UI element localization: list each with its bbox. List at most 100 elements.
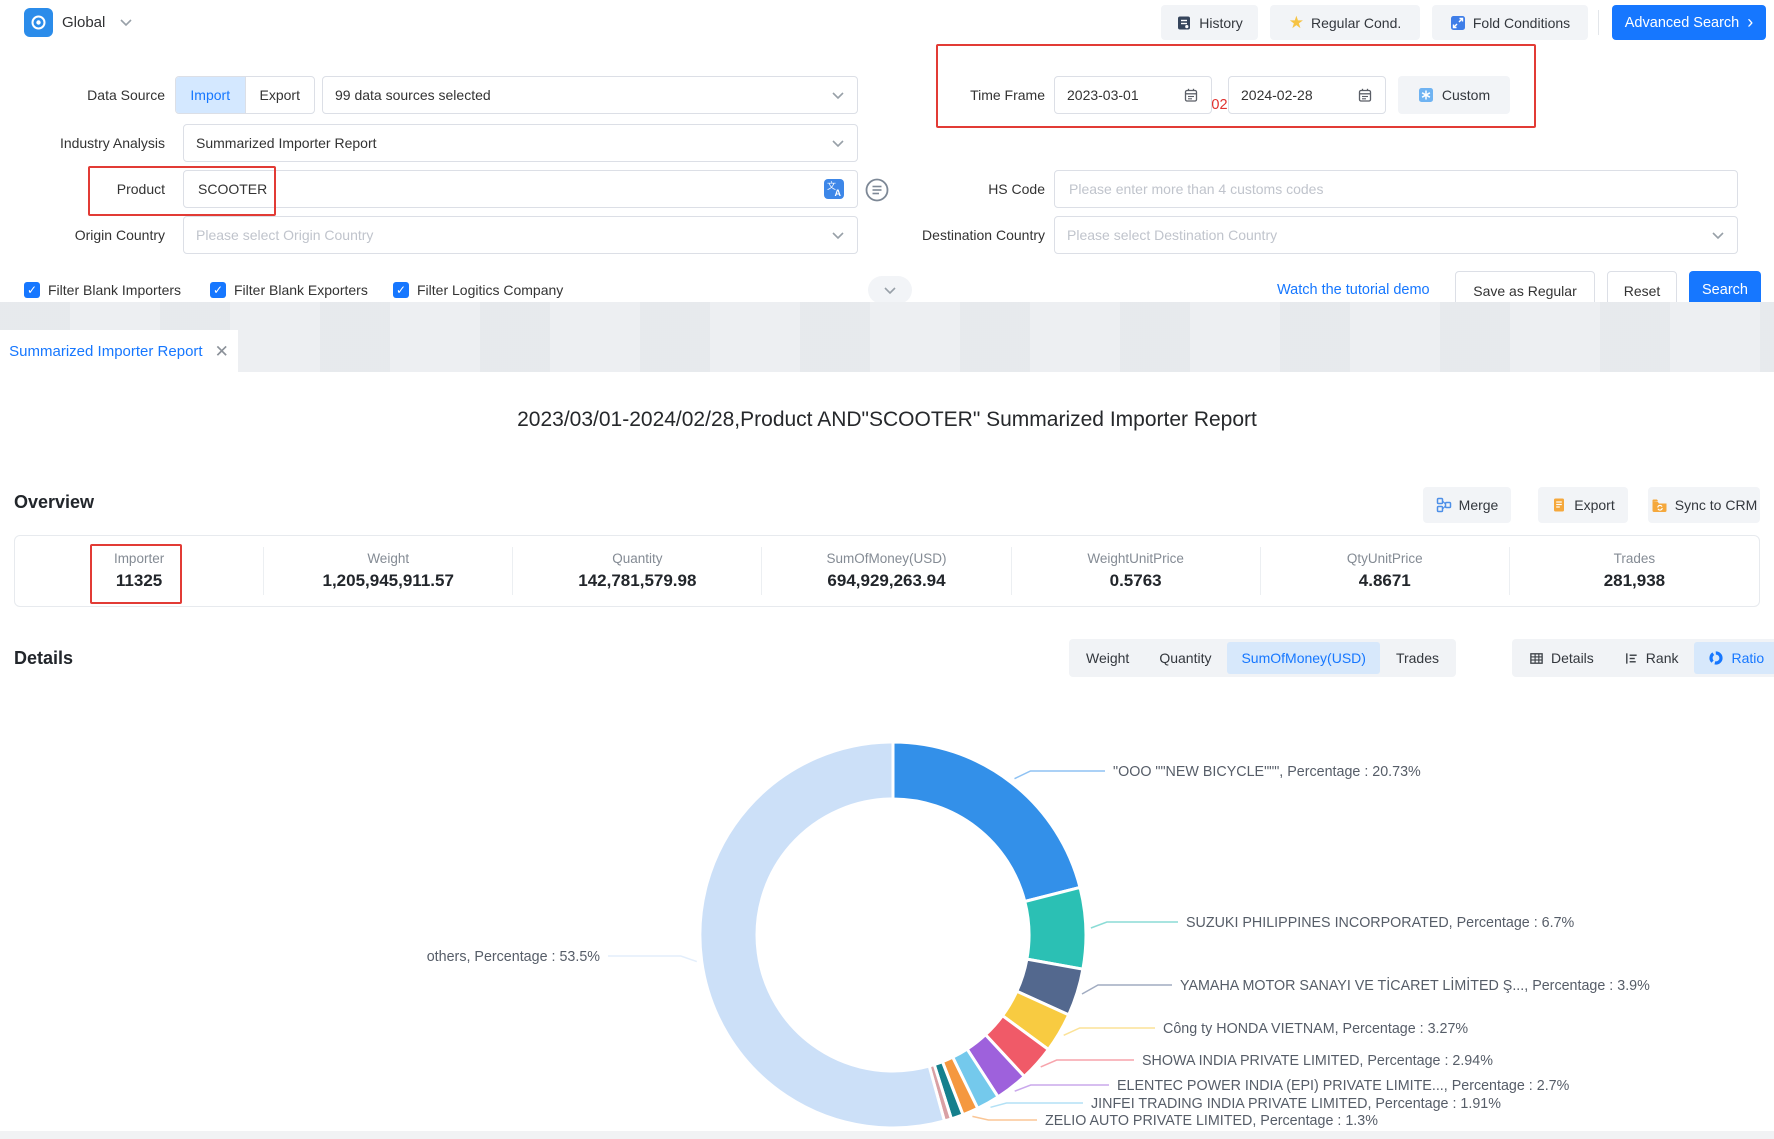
filter-label: Filter Blank Importers [48, 282, 181, 298]
chevron-right-icon: › [1747, 13, 1753, 31]
origin-country-placeholder: Please select Origin Country [196, 227, 831, 243]
donut-label: YAMAHA MOTOR SANAYI VE TİCARET LİMİTED Ş… [1180, 976, 1650, 994]
filter-label: Filter Logitics Company [417, 282, 563, 298]
industry-analysis-value: Summarized Importer Report [196, 135, 831, 151]
stat-trades: Trades 281,938 [1510, 547, 1759, 595]
stat-label: Weight [264, 551, 512, 566]
merge-button[interactable]: Merge [1423, 487, 1511, 523]
donut-leader-line [608, 956, 697, 962]
end-date-input[interactable]: 2024-02-28 [1228, 76, 1386, 114]
chevron-down-icon [831, 231, 845, 240]
start-date-value: 2023-03-01 [1067, 87, 1183, 103]
import-tab[interactable]: Import [176, 77, 245, 113]
custom-icon [1418, 87, 1434, 103]
app-root: Global History ★ Regular Cond. Fold Cond… [0, 0, 1774, 1139]
industry-analysis-select[interactable]: Summarized Importer Report [183, 124, 858, 162]
expand-conditions-toggle[interactable] [868, 276, 912, 304]
fold-icon [1450, 15, 1466, 31]
donut-label: ZELIO AUTO PRIVATE LIMITED, Percentage :… [1045, 1113, 1378, 1129]
top-bar: Global History ★ Regular Cond. Fold Cond… [0, 0, 1774, 46]
stat-sum-of-money: SumOfMoney(USD)694,929,263.94 [762, 547, 1011, 595]
topbar-divider [1598, 10, 1599, 35]
donut-label: ELENTEC POWER INDIA (EPI) PRIVATE LIMITE… [1117, 1078, 1570, 1094]
data-source-toggle: Import Export [175, 76, 315, 114]
export-tab[interactable]: Export [245, 77, 315, 113]
sync-to-crm-button[interactable]: Sync to CRM [1648, 487, 1760, 523]
overview-heading: Overview [14, 492, 94, 513]
origin-country-select[interactable]: Please select Origin Country [183, 216, 858, 254]
search-form: Data Source Import Export 99 data source… [0, 45, 1774, 320]
fold-conditions-button[interactable]: Fold Conditions [1432, 5, 1588, 40]
destination-country-placeholder: Please select Destination Country [1067, 227, 1711, 243]
folder-sync-icon [1651, 498, 1668, 513]
translate-icon[interactable]: 文A [823, 178, 845, 200]
export-button[interactable]: Export [1538, 487, 1628, 523]
filter-label: Filter Blank Exporters [234, 282, 368, 298]
stat-label: Importer [15, 551, 263, 566]
custom-label: Custom [1442, 87, 1490, 103]
hs-code-input[interactable] [1067, 180, 1725, 198]
stat-importer: Importer 11325 [15, 547, 264, 595]
donut-leader-line [972, 1116, 1037, 1120]
stat-qty-unit-price: QtyUnitPrice 4.8671 [1261, 547, 1510, 595]
data-sources-select[interactable]: 99 data sources selected [322, 76, 858, 114]
close-icon[interactable]: ✕ [215, 343, 229, 360]
sync-to-crm-label: Sync to CRM [1675, 497, 1757, 513]
merge-icon [1436, 497, 1452, 513]
donut-slice[interactable] [1025, 887, 1086, 969]
stat-value: 694,929,263.94 [762, 571, 1010, 591]
start-date-input[interactable]: 2023-03-01 [1054, 76, 1212, 114]
stat-value: 4.8671 [1261, 571, 1509, 591]
regular-cond-label: Regular Cond. [1311, 15, 1401, 31]
data-source-label: Data Source [0, 76, 165, 114]
advanced-search-button[interactable]: Advanced Search › [1612, 5, 1766, 40]
merge-label: Merge [1459, 497, 1499, 513]
advanced-search-label: Advanced Search [1625, 15, 1739, 31]
svg-text:A: A [835, 188, 842, 198]
history-icon [1176, 15, 1192, 31]
regular-cond-button[interactable]: ★ Regular Cond. [1270, 5, 1420, 40]
donut-chart: "OOO ""NEW BICYCLE""", Percentage : 20.7… [0, 660, 1774, 1139]
tab-strip [0, 302, 1774, 372]
origin-country-label: Origin Country [0, 216, 165, 254]
destination-country-select[interactable]: Please select Destination Country [1054, 216, 1738, 254]
export-icon [1551, 497, 1567, 513]
product-label: Product [0, 170, 165, 208]
stat-value: 142,781,579.98 [513, 571, 761, 591]
donut-label: Công ty HONDA VIETNAM, Percentage : 3.27… [1163, 1021, 1468, 1037]
donut-label: JINFEI TRADING INDIA PRIVATE LIMITED, Pe… [1091, 1096, 1501, 1112]
history-label: History [1199, 15, 1243, 31]
hs-code-input-wrap [1054, 170, 1738, 208]
region-selector[interactable]: Global [62, 0, 133, 45]
donut-slice[interactable] [893, 742, 1080, 902]
donut-leader-line [1091, 922, 1178, 928]
custom-range-button[interactable]: Custom [1398, 76, 1510, 114]
stat-label: QtyUnitPrice [1261, 551, 1509, 566]
checkbox-checked-icon: ✓ [210, 282, 226, 298]
stat-value: 1,205,945,911.57 [264, 571, 512, 591]
donut-label: "OOO ""NEW BICYCLE""", Percentage : 20.7… [1113, 764, 1421, 780]
stat-value: 281,938 [1510, 571, 1759, 591]
product-input[interactable] [196, 180, 815, 198]
stat-label: Quantity [513, 551, 761, 566]
bottom-strip [0, 1131, 1774, 1139]
calendar-icon [1357, 87, 1373, 103]
stat-quantity: Quantity 142,781,579.98 [513, 547, 762, 595]
donut-label: others, Percentage : 53.5% [427, 949, 601, 965]
chevron-down-icon [119, 18, 133, 27]
donut-leader-line [1064, 1028, 1155, 1035]
stat-value: 0.5763 [1012, 571, 1260, 591]
export-label: Export [1574, 497, 1614, 513]
star-icon: ★ [1289, 14, 1304, 31]
donut-label: SUZUKI PHILIPPINES INCORPORATED, Percent… [1186, 915, 1575, 931]
stat-label: Trades [1510, 551, 1759, 566]
donut-leader-line [1015, 771, 1106, 779]
tab-summarized-importer-report[interactable]: Summarized Importer Report ✕ [0, 330, 238, 372]
hs-code-label: HS Code [858, 170, 1045, 208]
stat-value: 11325 [15, 571, 263, 591]
fold-conditions-label: Fold Conditions [1473, 15, 1570, 31]
destination-country-label: Destination Country [858, 216, 1045, 254]
history-button[interactable]: History [1161, 5, 1258, 40]
tab-label: Summarized Importer Report [9, 343, 202, 360]
region-label: Global [62, 14, 105, 31]
